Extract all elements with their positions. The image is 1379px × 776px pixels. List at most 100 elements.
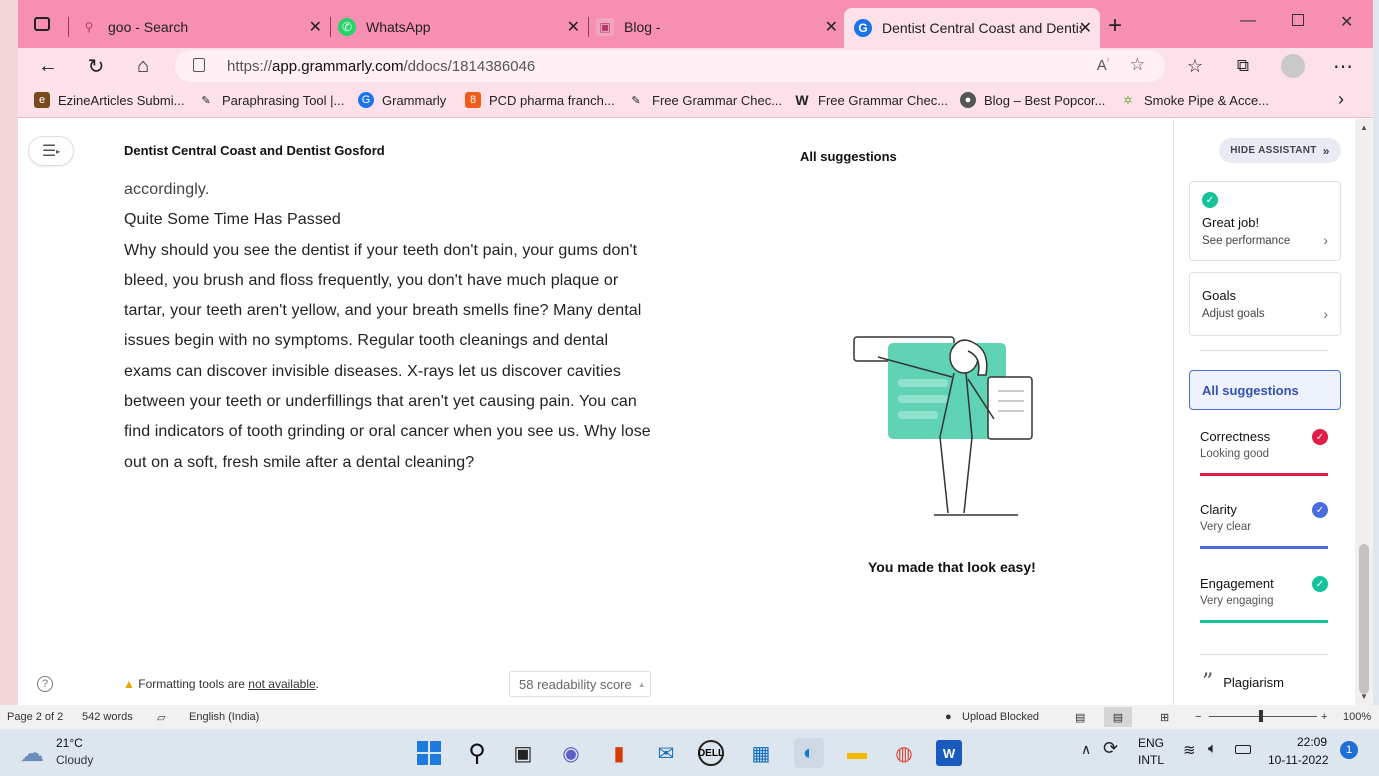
plagiarism-button[interactable]: ” Plagiarism — [1202, 670, 1284, 695]
web-layout-icon[interactable]: ⊞ — [1160, 711, 1169, 724]
chevron-right-icon: › — [1323, 306, 1328, 322]
task-view-icon[interactable]: ▣ — [508, 738, 538, 768]
minimize-button[interactable]: — — [1240, 12, 1256, 30]
readability-score-button[interactable]: 58 readability score ▲ — [509, 671, 651, 697]
scrollbar-thumb[interactable] — [1359, 544, 1369, 694]
scroll-up-icon[interactable]: ▲ — [1360, 123, 1368, 132]
bookmark-smoke-pipe[interactable]: ✲ Smoke Pipe & Acce... — [1120, 92, 1269, 108]
language[interactable]: English (India) — [189, 711, 259, 723]
word-icon[interactable]: W — [936, 740, 962, 766]
not-available-link[interactable]: not available — [248, 677, 315, 691]
dell-icon[interactable]: DELL — [698, 740, 724, 766]
lock-icon[interactable] — [193, 58, 205, 72]
document-title[interactable]: Dentist Central Coast and Dentist Gosfor… — [124, 143, 385, 158]
notification-badge[interactable]: 1 — [1340, 741, 1358, 759]
tab-whatsapp[interactable]: ✆ WhatsApp ✕ — [338, 10, 588, 44]
wifi-icon[interactable]: ≋ — [1183, 741, 1196, 759]
hide-assistant-button[interactable]: HIDE ASSISTANT » — [1219, 138, 1341, 163]
whatsapp-icon: ✆ — [338, 18, 356, 36]
more-menu-icon[interactable]: ⋯ — [1331, 54, 1355, 78]
bookmark-pharma[interactable]: 8 PCD pharma franch... — [465, 92, 615, 108]
volume-icon[interactable]: 🔈︎ — [1208, 740, 1217, 757]
store-icon[interactable]: ▦ — [746, 738, 776, 768]
refresh-button[interactable]: ↻ — [84, 54, 108, 78]
collections-icon[interactable]: ⧉ — [1231, 54, 1255, 78]
battery-icon[interactable] — [1235, 745, 1251, 754]
tab-blog[interactable]: ▣ Blog - ✕ — [596, 10, 846, 44]
close-tab-icon[interactable]: ✕ — [567, 17, 580, 37]
weather-condition[interactable]: Cloudy — [56, 753, 93, 767]
temperature[interactable]: 21°C — [56, 736, 83, 750]
bookmark-free-grammar-2[interactable]: W Free Grammar Chec... — [794, 92, 948, 108]
close-window-button[interactable]: ✕ — [1340, 12, 1353, 32]
help-icon[interactable]: ? — [37, 676, 53, 692]
sync-icon[interactable]: ⟳ — [1103, 738, 1118, 759]
profile-avatar[interactable] — [1281, 54, 1305, 78]
file-explorer-icon[interactable]: ▬ — [842, 738, 872, 768]
input-language[interactable]: ENG — [1138, 736, 1164, 750]
chrome-icon[interactable]: ◍ — [889, 738, 919, 768]
tab-search[interactable]: ⚲ goo - Search ✕ — [80, 10, 330, 44]
new-tab-button[interactable]: + — [1108, 12, 1122, 40]
clarity-metric[interactable]: Clarity Very clear ✓ — [1200, 502, 1328, 549]
correctness-metric[interactable]: Correctness Looking good ✓ — [1200, 429, 1328, 476]
edge-icon[interactable]: ◐ — [794, 738, 824, 768]
word-count[interactable]: 542 words — [82, 711, 133, 723]
zoom-slider-thumb[interactable] — [1259, 710, 1263, 722]
zoom-slider[interactable] — [1209, 716, 1317, 717]
read-mode-icon[interactable]: ▤ — [1075, 711, 1085, 724]
favorite-add-icon[interactable]: ☆ — [1130, 55, 1145, 75]
text-line: bleed, you brush and floss frequently, y… — [124, 271, 619, 289]
bookmark-ezine[interactable]: e EzineArticles Submi... — [34, 92, 184, 108]
menu-icon[interactable]: ☰ ▸ — [28, 136, 74, 166]
popcorn-icon: ● — [960, 92, 976, 108]
bookmark-paraphrasing[interactable]: ✎ Paraphrasing Tool |... — [198, 92, 344, 108]
zoom-in-icon[interactable]: + — [1321, 711, 1327, 723]
check-icon: ✓ — [1202, 192, 1218, 208]
office-icon[interactable]: ▮ — [604, 738, 634, 768]
tab-label: WhatsApp — [366, 19, 431, 35]
tab-grammarly[interactable]: G Dentist Central Coast and Dentis ✕ — [844, 8, 1100, 48]
bookmark-free-grammar-1[interactable]: ✎ Free Grammar Chec... — [628, 92, 782, 108]
clock-time[interactable]: 22:09 — [1297, 735, 1327, 749]
read-aloud-icon[interactable]: A⁾ — [1097, 56, 1109, 74]
start-button[interactable] — [414, 738, 444, 768]
bookmarks-more-chevron[interactable]: › — [1338, 89, 1344, 110]
proofing-icon[interactable]: ▱ — [157, 711, 165, 724]
bookmark-popcorn[interactable]: ● Blog – Best Popcor... — [960, 92, 1105, 108]
performance-card[interactable]: ✓ Great job! See performance › — [1189, 181, 1341, 261]
all-suggestions-button[interactable]: All suggestions — [1189, 370, 1341, 410]
url-field[interactable]: https://app.grammarly.com/ddocs/18143860… — [175, 50, 1165, 82]
grammarly-icon: G — [854, 19, 872, 37]
scroll-down-icon[interactable]: ▼ — [1360, 692, 1368, 701]
page-count[interactable]: Page 2 of 2 — [7, 711, 63, 723]
home-button[interactable]: ⌂ — [131, 54, 155, 78]
caret-up-icon: ▲ — [637, 679, 646, 689]
ezine-icon: e — [34, 92, 50, 108]
document-body[interactable]: accordingly. Quite Some Time Has Passed … — [124, 175, 694, 478]
show-hidden-icons[interactable]: ∧ — [1081, 741, 1091, 758]
close-tab-icon[interactable]: ✕ — [825, 17, 838, 37]
bookmark-grammarly[interactable]: G Grammarly — [358, 92, 446, 108]
tab-actions-icon[interactable] — [34, 17, 50, 31]
zoom-level[interactable]: 100% — [1343, 711, 1371, 723]
scrollbar[interactable]: ▲ ▼ — [1355, 119, 1373, 705]
back-button[interactable]: ← — [36, 54, 60, 78]
correctness-bar — [1200, 473, 1328, 476]
close-tab-icon[interactable]: ✕ — [1079, 18, 1092, 38]
mail-icon[interactable]: ✉ — [651, 738, 681, 768]
maximize-button[interactable] — [1292, 14, 1304, 26]
teams-chat-icon[interactable]: ◉ — [556, 738, 586, 768]
upload-status[interactable]: Upload Blocked — [962, 711, 1039, 723]
favorites-icon[interactable]: ☆ — [1183, 54, 1207, 78]
goals-card[interactable]: Goals Adjust goals › — [1189, 272, 1341, 336]
search-icon[interactable]: ⚲ — [462, 738, 492, 768]
tab-label: goo - Search — [108, 19, 189, 35]
input-layout[interactable]: INTL — [1138, 753, 1164, 767]
print-layout-icon[interactable]: ▤ — [1104, 707, 1132, 727]
clock-date[interactable]: 10-11-2022 — [1268, 753, 1329, 767]
engagement-metric[interactable]: Engagement Very engaging ✓ — [1200, 576, 1328, 623]
close-tab-icon[interactable]: ✕ — [309, 17, 322, 37]
zoom-out-icon[interactable]: − — [1195, 711, 1201, 723]
status-bar: Page 2 of 2 542 words ▱ English (India) … — [0, 705, 1379, 729]
